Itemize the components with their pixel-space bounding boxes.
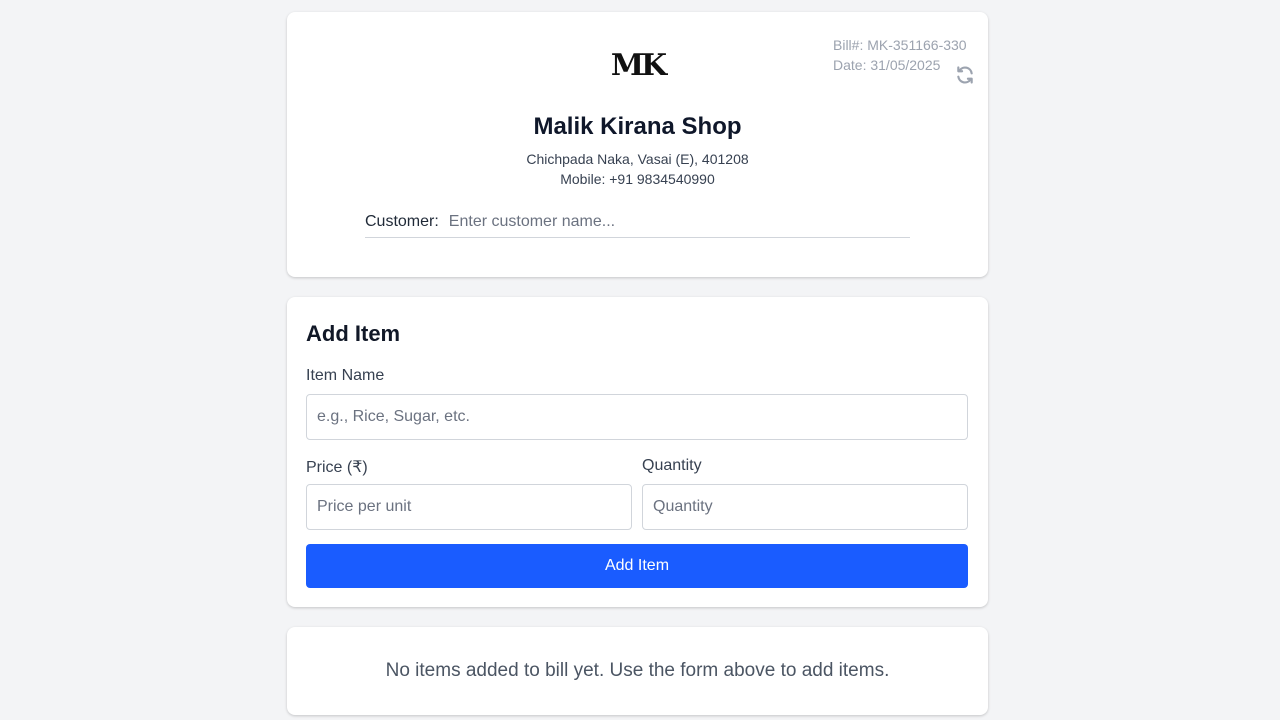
empty-bill-message: No items added to bill yet. Use the form… (385, 660, 890, 681)
customer-label: Customer: (365, 213, 439, 230)
quantity-label: Quantity (642, 457, 702, 474)
add-item-card: Add Item Item Name Price (₹) Quantity Ad… (287, 297, 988, 607)
shop-header-card: Bill#: MK-351166-330 Date: 31/05/2025 MK… (287, 12, 988, 277)
shop-address: Chichpada Naka, Vasai (E), 401208 (526, 151, 749, 167)
add-item-button[interactable]: Add Item (306, 544, 968, 588)
quantity-input[interactable] (642, 484, 968, 530)
customer-name-input[interactable] (448, 213, 910, 231)
price-input[interactable] (306, 484, 632, 530)
item-name-input[interactable] (306, 394, 968, 440)
add-item-title: Add Item (306, 321, 401, 346)
shop-name: Malik Kirana Shop (533, 113, 742, 140)
customer-row: Customer: (365, 207, 910, 238)
price-label: Price (₹) (306, 459, 368, 476)
item-name-label: Item Name (306, 367, 385, 384)
bill-items-card: No items added to bill yet. Use the form… (287, 627, 988, 715)
shop-logo: MK (610, 48, 667, 83)
shop-mobile: Mobile: +91 9834540990 (560, 171, 715, 187)
